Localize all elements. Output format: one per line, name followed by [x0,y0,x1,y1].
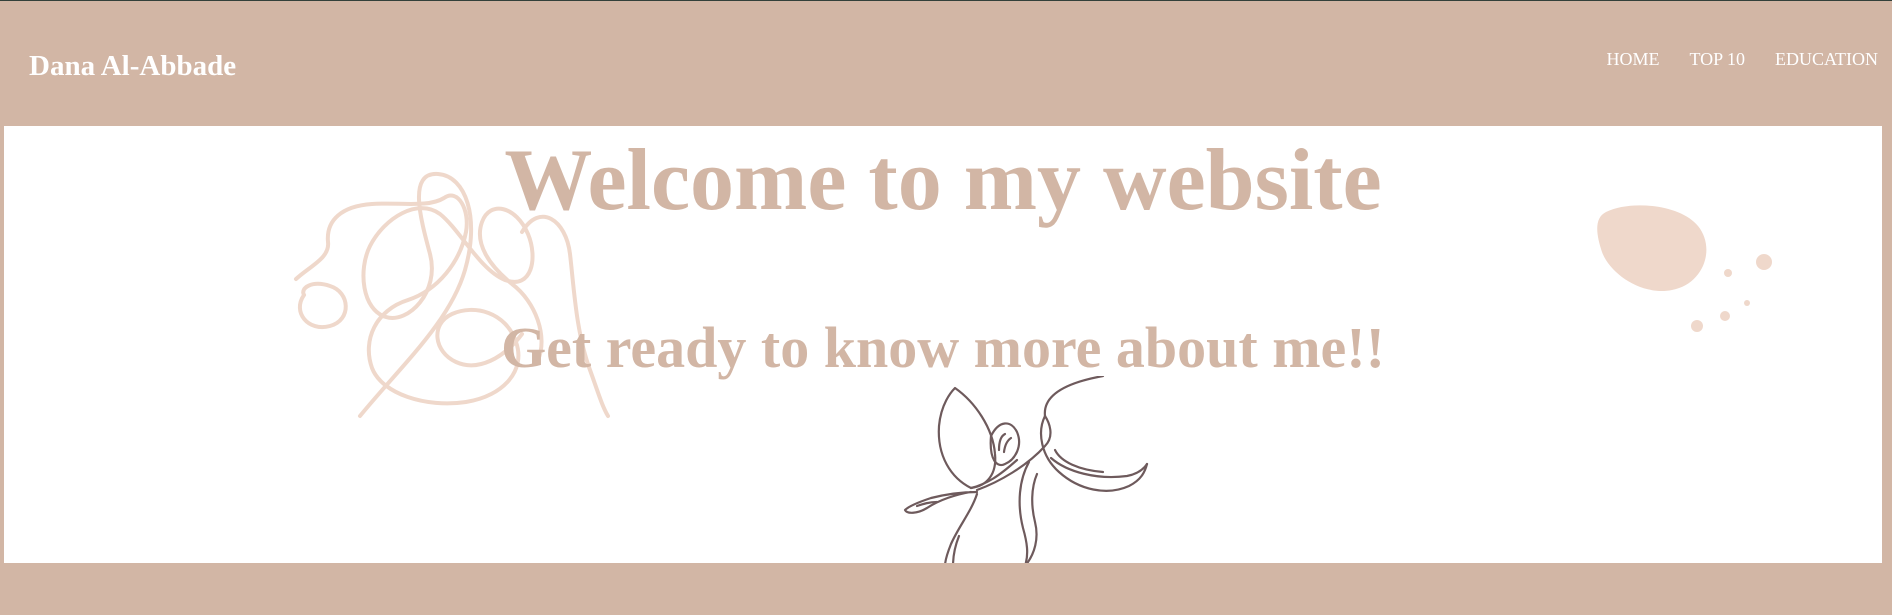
nav-link-top-10[interactable]: TOP 10 [1689,48,1745,70]
hero-subtitle: Get ready to know more about me!! [501,315,1385,380]
nav-link-home[interactable]: HOME [1606,48,1659,70]
footer-band [0,563,1892,615]
site-brand-link[interactable]: Dana Al-Abbade [29,49,236,83]
nav-link-education[interactable]: EDUCATION [1775,48,1878,70]
hero-title: Welcome to my website [504,132,1382,229]
hero-section: Welcome to my website Get ready to know … [4,126,1882,563]
main-nav: HOME TOP 10 EDUCATION [1606,48,1878,70]
site-header: Dana Al-Abbade HOME TOP 10 EDUCATION [0,1,1892,125]
flower-line-art [903,376,1149,563]
